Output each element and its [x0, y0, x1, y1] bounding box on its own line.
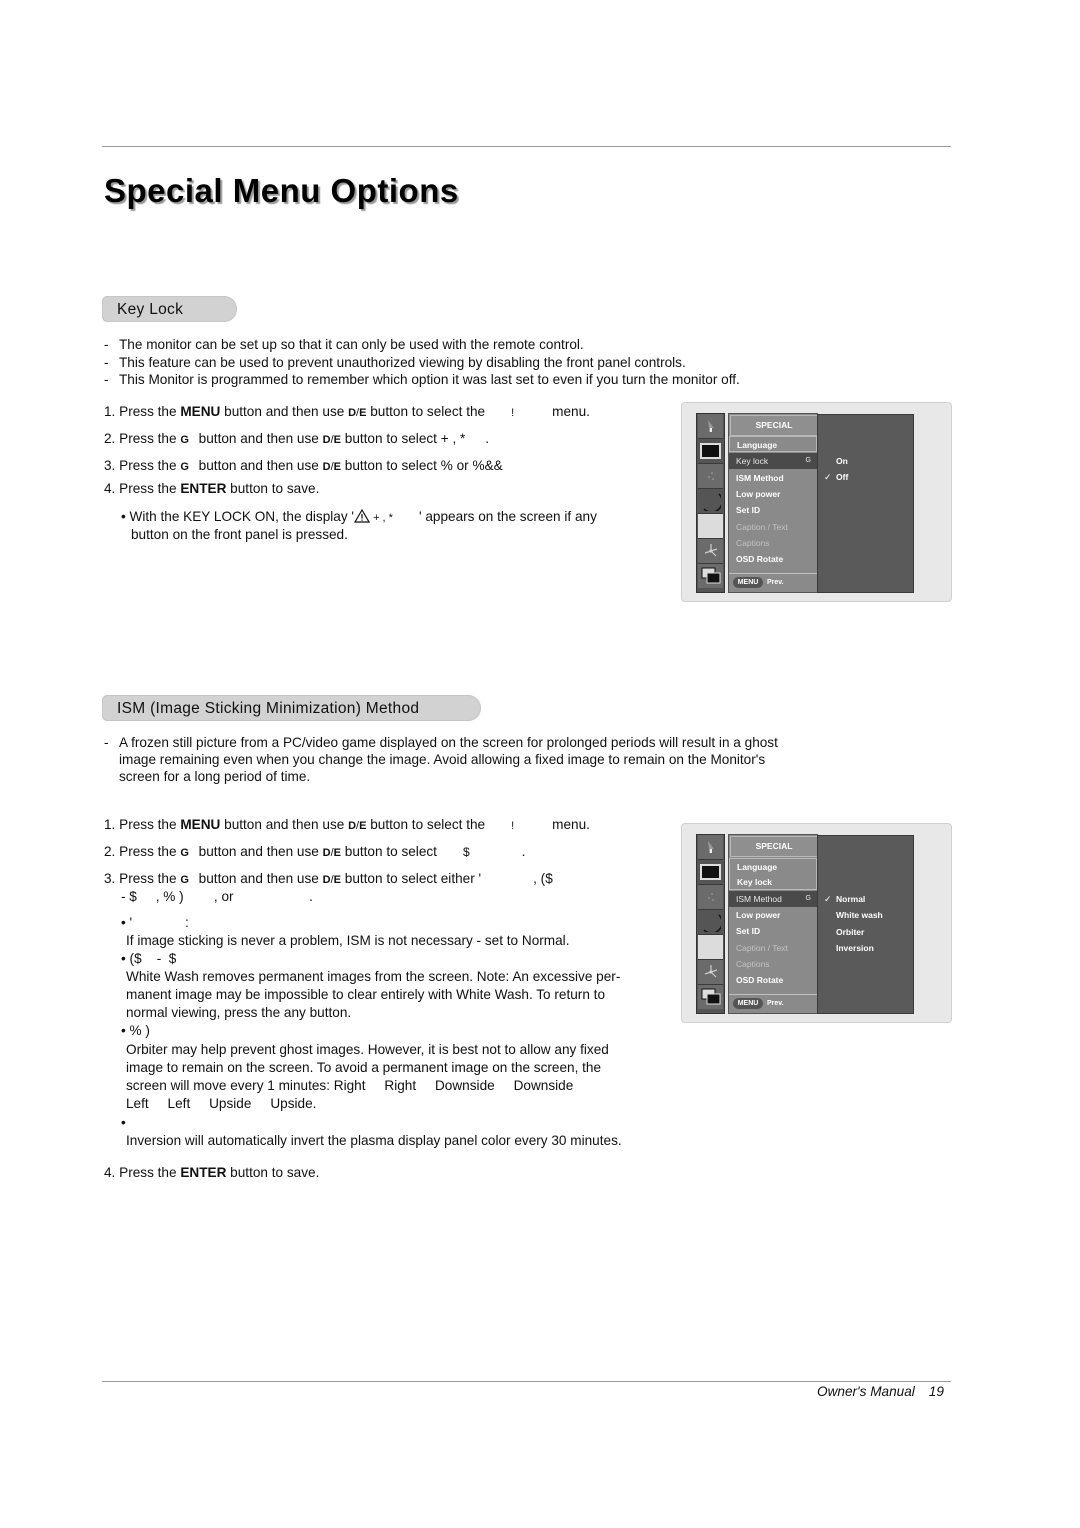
osd-menu-header: SPECIAL [730, 836, 818, 857]
bullet-text-orbiter: Left Left Upside Upside. [126, 1096, 317, 1111]
check-icon: ✓ [824, 472, 832, 482]
fan-icon [698, 539, 723, 564]
intro-line: - This feature can be used to prevent una… [104, 355, 686, 370]
osd-item-key-lock[interactable]: Key lock G [729, 453, 821, 469]
moon-icon [698, 910, 723, 935]
osd-option-on[interactable]: On [836, 453, 848, 469]
osd-item-low-power[interactable]: Low power [729, 486, 817, 502]
step-3-cont: - $ , % ) , or . [121, 889, 313, 904]
osd-item-set-id[interactable]: Set ID [729, 923, 817, 939]
osd-option-inversion[interactable]: Inversion [836, 940, 874, 956]
bullet-text-orbiter: Orbiter may help prevent ghost images. H… [126, 1042, 609, 1057]
osd-options-panel: ✓ Normal White wash Orbiter Inversion [817, 835, 914, 1014]
keylock-note-cont: button on the front panel is pressed. [131, 527, 348, 542]
osd-item-ism-method[interactable]: ISM Method [729, 470, 817, 486]
intro-text: The monitor can be set up so that it can… [119, 337, 584, 352]
section-heading-key-lock: Key Lock [102, 296, 237, 322]
step-3: 3. Press the G button and then use D / E… [104, 871, 553, 886]
picture-icon [698, 860, 723, 885]
step-1: 1. Press the MENU button and then use D … [104, 404, 590, 419]
check-icon: ✓ [824, 894, 832, 904]
pip-icon [698, 985, 723, 1009]
osd-menu-header: SPECIAL [730, 415, 818, 436]
osd-icon-column [696, 834, 725, 1014]
osd-prev-label: Prev. [767, 579, 784, 586]
osd-option-off[interactable]: Off [836, 469, 848, 485]
intro-line: image remaining even when you change the… [119, 752, 766, 767]
osd-item-language[interactable]: Language [729, 858, 817, 874]
cursor-icon [698, 835, 723, 860]
osd-item-captions: Captions [736, 538, 770, 548]
intro-line: screen for a long period of time. [119, 769, 311, 784]
osd-item-osd-rotate[interactable]: OSD Rotate [729, 551, 817, 567]
bullet-text-white-wash: manent image may be impossible to clear … [126, 987, 606, 1002]
osd-menu-button[interactable]: MENU [733, 998, 763, 1009]
osd-option-orbiter[interactable]: Orbiter [836, 924, 864, 940]
osd-item-osd-rotate[interactable]: OSD Rotate [729, 972, 817, 988]
osd-item-key-lock[interactable]: Key lock [729, 874, 817, 890]
osd-options-panel: On ✓ Off [817, 414, 914, 593]
keylock-note: • With the KEY LOCK ON, the display ' + … [121, 508, 597, 524]
warning-icon [353, 508, 371, 523]
osd-prev-label: Prev. [767, 1000, 784, 1007]
intro-line: - The monitor can be set up so that it ca… [104, 337, 584, 352]
osd-option-normal[interactable]: Normal [836, 891, 865, 907]
intro-text: This Monitor is programmed to remember w… [119, 372, 740, 387]
pip-icon [698, 564, 723, 588]
step-4: 4. Press the ENTER button to save. [104, 481, 320, 496]
osd-menu-key-lock: SPECIAL Language Key lock G ISM Method Lo… [681, 402, 952, 602]
page-number: 19 [928, 1384, 944, 1399]
bullet-text-normal: If image sticking is never a problem, IS… [126, 933, 570, 948]
bullet-label-inversion: • [121, 1115, 126, 1130]
picture-icon [698, 439, 723, 464]
bullet-label-normal: • ' : [121, 915, 189, 930]
intro-line: - This Monitor is programmed to remember … [104, 372, 740, 387]
page-title: Special Menu Options [104, 172, 459, 209]
cursor-icon [698, 414, 723, 439]
bullet-text-white-wash: normal viewing, press the any button. [126, 1005, 352, 1020]
osd-footer: MENU Prev. [729, 994, 817, 1013]
step-1: 1. Press the MENU button and then use D … [104, 817, 590, 832]
fan-icon [698, 960, 723, 985]
sparkle-icon [698, 885, 723, 910]
bottom-rule [102, 1381, 951, 1382]
osd-menu-list: SPECIAL Language Key lock G ISM Method Lo… [728, 413, 821, 593]
moon-icon [698, 489, 723, 514]
blank-icon [698, 514, 723, 539]
osd-option-white-wash[interactable]: White wash [836, 907, 883, 923]
osd-item-ism-method[interactable]: ISM Method G [729, 891, 821, 907]
blank-icon [698, 935, 723, 960]
osd-menu-list: SPECIAL Language Key lock ISM Method G Lo… [728, 834, 821, 1014]
section-heading-ism: ISM (Image Sticking Minimization) Method [102, 695, 481, 721]
intro-text: A frozen still picture from a PC/video g… [119, 735, 778, 750]
osd-icon-column [696, 413, 725, 593]
step-2: 2. Press the G button and then use D / E… [104, 844, 526, 859]
osd-menu-ism: SPECIAL Language Key lock ISM Method G Lo… [681, 823, 952, 1023]
intro-line: -A frozen still picture from a PC/video … [104, 735, 778, 750]
bullet-label-white-wash: • ($ - $ [121, 951, 177, 966]
step-4: 4. Press the ENTER button to save. [104, 1165, 320, 1180]
osd-item-caption-text: Caption / Text [736, 522, 788, 532]
bullet-text-orbiter: screen will move every 1 minutes: Right … [126, 1078, 574, 1093]
bullet-text-orbiter: image to remain on the screen. To avoid … [126, 1060, 602, 1075]
bullet-text-inversion: Inversion will automatically invert the … [126, 1133, 622, 1148]
bullet-text-white-wash: White Wash removes permanent images from… [126, 969, 621, 984]
footer-label: Owner's Manual [817, 1384, 915, 1399]
page-footer: Owner's Manual 19 [817, 1384, 944, 1399]
step-2: 2. Press the G button and then use D / E… [104, 431, 490, 446]
intro-text: This feature can be used to prevent unau… [119, 355, 686, 370]
osd-item-language[interactable]: Language [729, 436, 817, 452]
top-rule [102, 146, 951, 147]
osd-item-set-id[interactable]: Set ID [729, 502, 817, 518]
osd-item-caption-text: Caption / Text [736, 943, 788, 953]
osd-menu-button[interactable]: MENU [733, 577, 763, 588]
step-3: 3. Press the G button and then use D / E… [104, 458, 503, 473]
bullet-label-orbiter: • % ) [121, 1023, 150, 1038]
osd-item-low-power[interactable]: Low power [729, 907, 817, 923]
osd-footer: MENU Prev. [729, 573, 817, 592]
sparkle-icon [698, 464, 723, 489]
osd-item-captions: Captions [736, 959, 770, 969]
